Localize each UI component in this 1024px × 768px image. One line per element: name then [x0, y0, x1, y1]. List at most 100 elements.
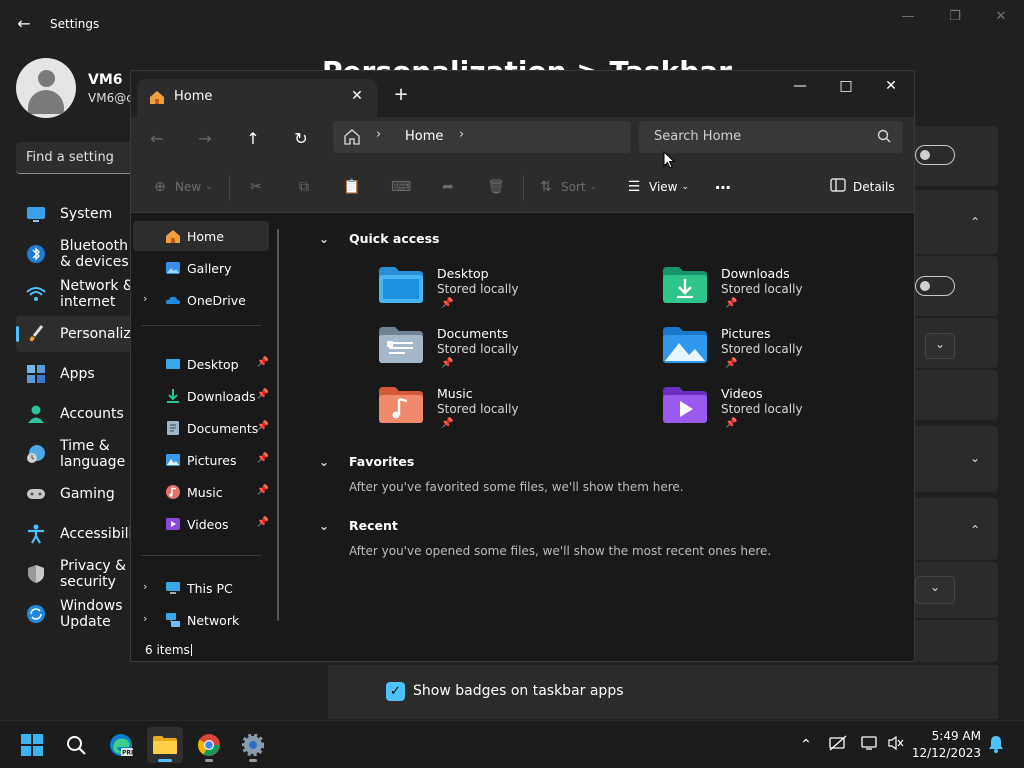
nav-item-videos[interactable]: Videos 📌 [133, 509, 269, 539]
dropdown-chevron-icon[interactable]: ⌄ [915, 576, 955, 604]
sidebar-item-bluetooth[interactable]: Bluetooth & devices [16, 236, 136, 272]
document-icon [165, 420, 181, 436]
sidebar-item-personalization[interactable]: Personalization [16, 316, 166, 352]
tab-bar: Home ✕ + — □ ✕ [131, 71, 914, 117]
quick-access-item-documents[interactable]: Documents Stored locally 📌 [379, 325, 629, 385]
toggle-switch[interactable] [915, 276, 955, 296]
chevron-right-icon[interactable]: › [143, 580, 147, 593]
quick-access-item-desktop[interactable]: Desktop Stored locally 📌 [379, 265, 629, 325]
sidebar-item-system[interactable]: System [16, 196, 136, 232]
close-button[interactable]: ✕ [874, 75, 908, 97]
clipboard-icon: 📋 [343, 179, 361, 195]
quick-access-header[interactable]: ⌄ Quick access [319, 231, 440, 246]
delete-button[interactable]: 🗑 [487, 175, 511, 199]
chevron-up-icon[interactable]: ⌃ [965, 212, 985, 232]
address-input[interactable]: › Home › [333, 121, 631, 153]
quick-access-item-videos[interactable]: Videos Stored locally 📌 [663, 385, 913, 445]
recent-header[interactable]: ⌄ Recent [319, 518, 398, 533]
badges-checkbox[interactable]: ✓ [386, 682, 405, 701]
forward-arrow-icon[interactable]: → [193, 127, 217, 151]
chevron-right-icon[interactable]: › [376, 127, 381, 142]
paste-button[interactable]: 📋 [343, 175, 367, 199]
nav-item-downloads[interactable]: Downloads 📌 [133, 381, 269, 411]
sidebar-item-gaming[interactable]: Gaming [16, 476, 136, 512]
up-arrow-icon[interactable]: ↑ [241, 127, 265, 151]
active-indicator [158, 759, 172, 762]
sidebar-item-privacy[interactable]: Privacy & security [16, 556, 136, 592]
taskbar-chrome-button[interactable] [191, 727, 227, 763]
start-button[interactable] [14, 727, 50, 763]
nav-item-gallery[interactable]: Gallery [133, 253, 269, 283]
taskbar-edge-button[interactable]: PRE [103, 727, 139, 763]
sidebar-item-windows-update[interactable]: Windows Update [16, 596, 136, 632]
chevron-down-icon[interactable]: ⌄ [965, 448, 985, 468]
sort-button[interactable]: ⇅ Sort ⌄ [537, 175, 597, 199]
taskbar-settings-button[interactable] [235, 727, 271, 763]
share-button[interactable]: ➦ [439, 175, 463, 199]
volume-muted-icon[interactable] [886, 735, 906, 755]
edge-icon: PRE [109, 733, 135, 761]
favorites-header[interactable]: ⌄ Favorites [319, 454, 414, 469]
taskbar-file-explorer-button[interactable] [147, 727, 183, 763]
pictures-folder-icon [663, 325, 707, 367]
copy-button[interactable]: ⧉ [295, 175, 319, 199]
back-arrow-icon[interactable]: ← [145, 127, 169, 151]
quick-access-item-pictures[interactable]: Pictures Stored locally 📌 [663, 325, 913, 385]
view-button[interactable]: ☰ View ⌄ [625, 175, 689, 199]
more-options-icon[interactable]: ⋯ [715, 175, 731, 199]
documents-folder-icon [379, 325, 423, 367]
sidebar-item-time-language[interactable]: Time & language [16, 436, 136, 472]
toggle-switch[interactable] [915, 145, 955, 165]
notification-bell-icon[interactable] [986, 735, 1006, 755]
sidebar-item-accounts[interactable]: Accounts [16, 396, 136, 432]
details-button[interactable]: Details [829, 175, 895, 199]
new-tab-button[interactable]: + [391, 85, 411, 105]
nav-item-documents[interactable]: Documents 📌 [133, 413, 269, 443]
restore-button[interactable]: ❐ [940, 8, 970, 28]
network-disconnected-icon[interactable] [828, 735, 848, 755]
cut-button[interactable]: ✂ [247, 175, 271, 199]
nav-item-onedrive[interactable]: › OneDrive [133, 285, 269, 315]
sidebar-item-network[interactable]: Network & internet [16, 276, 136, 312]
nav-item-network[interactable]: › Network [133, 605, 269, 635]
minimize-button[interactable]: — [893, 8, 923, 28]
clock-time[interactable]: 5:49 AM [932, 729, 981, 743]
nav-item-home[interactable]: Home [133, 221, 269, 251]
sidebar-item-accessibility[interactable]: Accessibility [16, 516, 146, 552]
nav-label: Videos [187, 516, 229, 532]
nav-item-this-pc[interactable]: › This PC [133, 573, 269, 603]
new-button[interactable]: ⊕ New ⌄ [151, 175, 213, 199]
monitor-status-icon[interactable] [860, 735, 880, 755]
quick-access-item-music[interactable]: Music Stored locally 📌 [379, 385, 629, 445]
nav-item-music[interactable]: Music 📌 [133, 477, 269, 507]
close-button[interactable]: ✕ [986, 8, 1016, 28]
minimize-button[interactable]: — [783, 75, 817, 97]
nav-item-pictures[interactable]: Pictures 📌 [133, 445, 269, 475]
search-input[interactable]: Search Home [639, 121, 903, 153]
tab-home[interactable]: Home ✕ [137, 79, 377, 117]
chevron-up-icon[interactable]: ⌃ [965, 520, 985, 540]
avatar[interactable] [16, 58, 76, 118]
desktop-icon [165, 356, 181, 372]
rename-button[interactable]: ⌨ [391, 175, 415, 199]
quick-access-item-downloads[interactable]: Downloads Stored locally 📌 [663, 265, 913, 325]
start-icon [21, 734, 43, 760]
apps-icon [26, 364, 46, 384]
close-tab-icon[interactable]: ✕ [347, 86, 367, 106]
breadcrumb[interactable]: Home [405, 129, 443, 144]
nav-item-desktop[interactable]: Desktop 📌 [133, 349, 269, 379]
back-arrow-icon[interactable]: ← [14, 14, 34, 34]
dropdown-chevron-icon[interactable]: ⌄ [925, 333, 955, 359]
chevron-up-icon[interactable]: ⌃ [796, 735, 816, 755]
chevron-right-icon[interactable]: › [459, 127, 464, 142]
refresh-icon[interactable]: ↻ [289, 127, 313, 151]
find-setting-input[interactable]: Find a setting [16, 142, 136, 174]
view-list-icon: ☰ [627, 179, 641, 195]
maximize-button[interactable]: □ [829, 75, 863, 97]
chevron-right-icon[interactable]: › [143, 292, 147, 305]
chevron-right-icon[interactable]: › [143, 612, 147, 625]
clock-date[interactable]: 12/12/2023 [912, 746, 981, 760]
sidebar-item-apps[interactable]: Apps [16, 356, 136, 392]
nav-scrollbar[interactable] [277, 229, 279, 621]
taskbar-search-button[interactable] [58, 727, 94, 763]
